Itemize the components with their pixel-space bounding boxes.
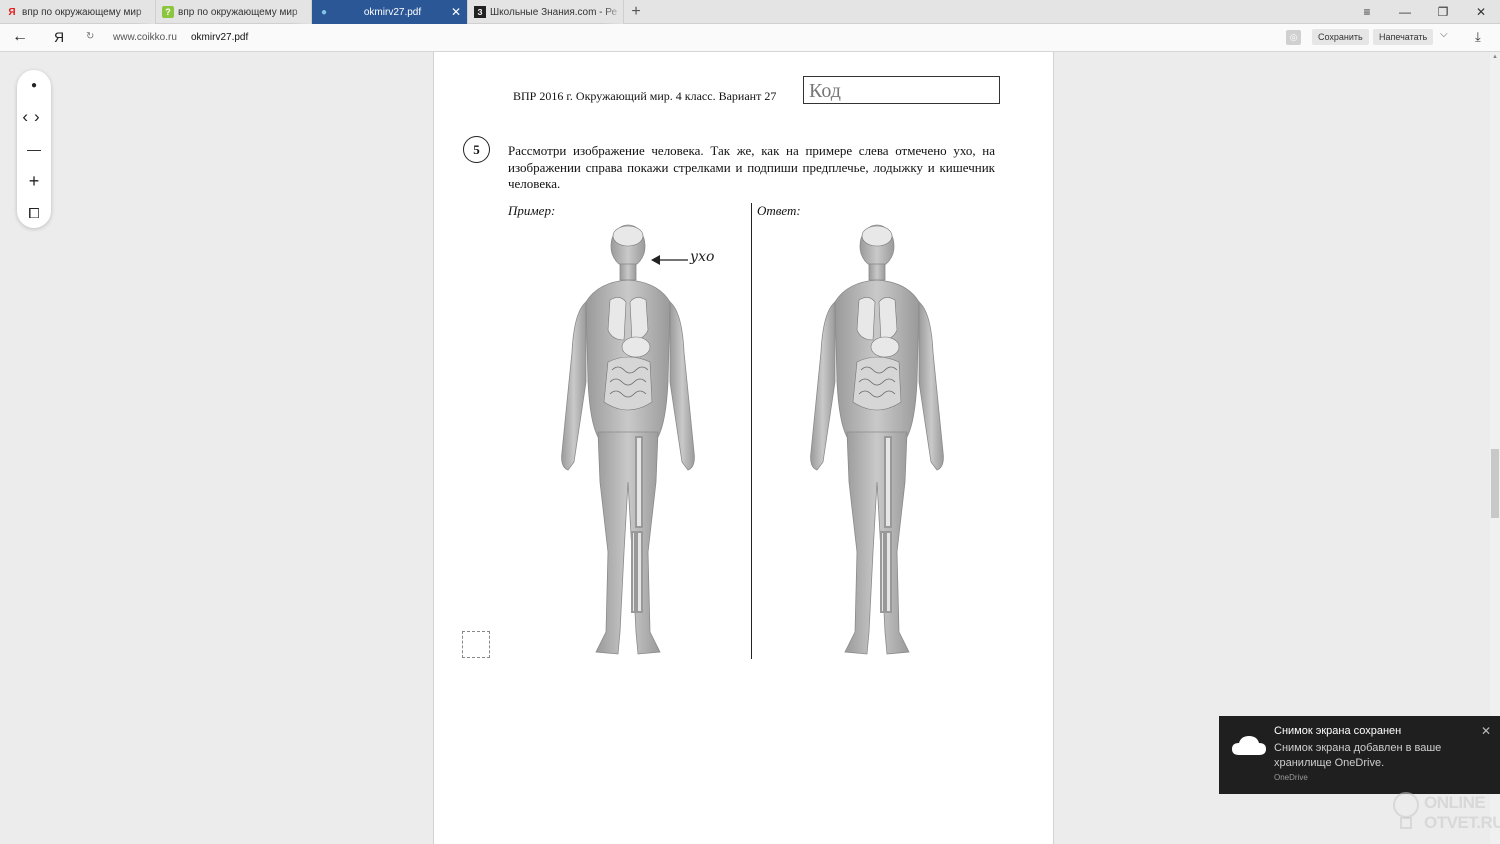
zoom-in-icon[interactable]: + <box>17 166 51 196</box>
restore-icon[interactable]: ❐ <box>1424 0 1462 24</box>
watermark-line1: ONLINE <box>1424 793 1486 812</box>
close-notification-icon[interactable]: ✕ <box>1481 724 1491 738</box>
score-box <box>462 631 490 658</box>
back-arrow-icon[interactable]: ← <box>12 28 28 46</box>
url-path[interactable]: okmirv27.pdf <box>191 32 248 43</box>
download-icon[interactable]: ⤓ <box>1475 29 1481 45</box>
chevron-down-icon[interactable]: ⌵ <box>1440 29 1448 40</box>
ear-annotation: ухо <box>690 249 715 265</box>
tab-title: впр по окружающему мир <box>178 6 298 18</box>
question-text: Рассмотри изображение человека. Так же, … <box>508 143 995 191</box>
notification-body: Снимок экрана добавлен в ваше хранилище … <box>1274 742 1442 769</box>
fit-page-icon[interactable]: ⧠ <box>17 198 51 228</box>
lightbulb-icon <box>1393 792 1419 829</box>
tab-vpr-yandex[interactable]: Я впр по окружающему мир <box>0 0 156 24</box>
notification-source: OneDrive <box>1274 773 1308 782</box>
tab-title: впр по окружающему мир <box>22 6 142 18</box>
scrollbar-thumb[interactable] <box>1491 449 1499 518</box>
answer-label: Ответ: <box>757 203 801 218</box>
tab-znania[interactable]: З Школьные Знания.com - Ре <box>468 0 624 24</box>
scroll-up-icon[interactable]: ▲ <box>1490 54 1500 60</box>
question-number: 5 <box>463 136 490 163</box>
new-tab-button[interactable]: + <box>624 0 648 23</box>
page-nav: ‹ › <box>17 102 51 132</box>
yandex-logo-icon[interactable]: Я <box>54 29 64 45</box>
globe-favicon-icon: ● <box>320 6 328 18</box>
next-page-icon[interactable]: › <box>34 107 46 127</box>
cloud-icon <box>1232 736 1266 755</box>
tab-title: Школьные Знания.com - Ре <box>490 6 618 18</box>
print-button[interactable]: Напечатать <box>1373 29 1434 45</box>
tab-close-icon[interactable]: ✕ <box>451 5 461 19</box>
notification-title: Снимок экрана сохранен <box>1274 725 1402 737</box>
code-box: Код <box>803 76 1000 104</box>
close-window-icon[interactable]: ✕ <box>1462 0 1500 24</box>
human-body-answer <box>810 224 944 655</box>
watermark-line2: OTVET.RU <box>1424 813 1500 832</box>
znania-favicon-icon: З <box>474 6 486 18</box>
minimize-icon[interactable]: — <box>1386 0 1424 24</box>
tab-title: okmirv27.pdf <box>363 6 422 18</box>
address-bar: ← Я ↻ www.coikko.ru okmirv27.pdf ◎ Сохра… <box>0 24 1500 52</box>
window-controls: ≡ — ❐ ✕ <box>1348 0 1500 24</box>
zoom-out-icon[interactable]: — <box>17 134 51 164</box>
human-body-example <box>561 224 695 655</box>
cursor-dot-icon[interactable]: ● <box>17 70 51 100</box>
yandex-favicon-icon: Я <box>8 6 16 18</box>
question-favicon-icon: ? <box>162 6 174 18</box>
menu-icon[interactable]: ≡ <box>1348 0 1386 24</box>
reload-icon[interactable]: ↻ <box>86 31 94 42</box>
reader-mode-icon[interactable]: ◎ <box>1286 30 1301 45</box>
onedrive-notification[interactable]: Снимок экрана сохранен Снимок экрана доб… <box>1219 716 1500 794</box>
column-divider <box>751 203 752 659</box>
url-domain[interactable]: www.coikko.ru <box>113 32 177 43</box>
tab-okmirv27-pdf[interactable]: ● okmirv27.pdf ✕ <box>312 0 468 24</box>
pdf-tool-panel: ● ‹ › — + ⧠ <box>17 70 51 228</box>
example-label: Пример: <box>508 203 556 218</box>
tab-bar: Я впр по окружающему мир ? впр по окружа… <box>0 0 1500 24</box>
tab-vpr-answers[interactable]: ? впр по окружающему мир <box>156 0 312 24</box>
prev-page-icon[interactable]: ‹ <box>22 107 34 127</box>
save-button[interactable]: Сохранить <box>1312 29 1369 45</box>
page-header: ВПР 2016 г. Окружающий мир. 4 класс. Вар… <box>513 89 777 103</box>
pdf-page: ВПР 2016 г. Окружающий мир. 4 класс. Вар… <box>433 52 1054 844</box>
watermark: ONLINE OTVET.RU <box>1390 789 1500 839</box>
